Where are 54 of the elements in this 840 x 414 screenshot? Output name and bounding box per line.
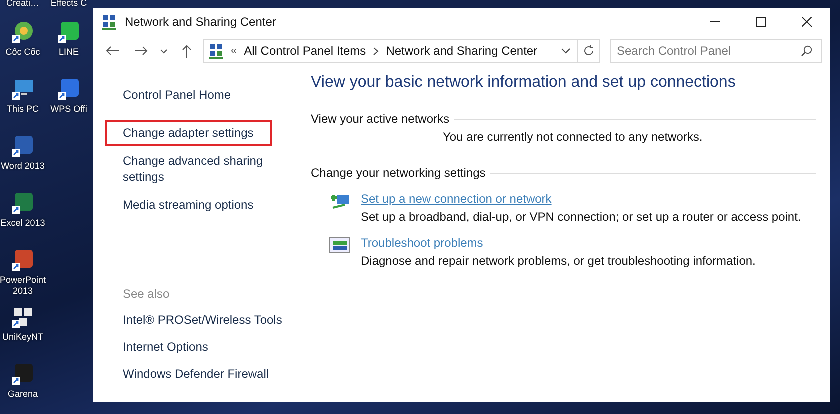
network-icon [208,43,224,59]
search-field[interactable]: Search Control Panel [610,39,822,63]
breadcrumb-item[interactable]: All Control Panel Items [244,44,366,58]
refresh-button[interactable] [578,39,600,63]
app-icon[interactable] [10,20,35,44]
task-link[interactable]: Set up a new connection or network [361,192,552,206]
see-also-heading: See also [122,286,171,303]
desktop-icon-label: Cốc Cốc [6,47,40,58]
refresh-icon [582,45,594,57]
overflow-indicator[interactable]: « [231,45,238,57]
network-plus-icon [329,192,351,212]
sidebar-link[interactable]: Media streaming options [105,192,272,218]
desktop-icon-label: LINE [58,47,79,58]
sidebar-link[interactable]: Intel® PROSet/Wireless Tools [105,307,288,333]
section-heading: Change your networking settings [311,166,486,180]
address-bar[interactable]: « All Control Panel Items Network and Sharing Center [203,39,578,63]
close-icon [802,17,812,27]
desktop-icon-label: WPS Offi [50,104,88,115]
page-heading: View your basic network information and set up connections [311,74,737,92]
arrow-up-icon [182,44,192,58]
breadcrumb-item[interactable]: Network and Sharing Center [386,44,538,58]
app-icon[interactable] [11,248,35,272]
network-icon [101,14,117,30]
chevron-right-icon [373,46,380,56]
keys-icon[interactable] [10,305,35,329]
app-icon[interactable] [57,77,81,101]
sidebar-link[interactable]: Change adapter settings [105,120,272,146]
task-link[interactable]: Troubleshoot problems [361,236,484,250]
maximize-icon [756,17,766,27]
status-message: You are currently not connected to any networks. [442,130,704,144]
task-description: Set up a broadband, dial-up, or VPN connection; or set up a router or access point. [361,210,802,224]
task-description: Diagnose and repair network problems, or get troubleshooting information. [361,254,756,268]
window-title: Network and Sharing Center [125,15,276,29]
dropdown-caret-icon[interactable] [561,48,571,54]
search-icon [801,45,813,57]
app-icon[interactable] [11,191,35,215]
app-icon[interactable] [11,134,35,158]
sidebar-link[interactable]: Control Panel Home [105,82,250,108]
monitor-icon [329,236,351,256]
desktop-icon-label: UniKeyNT [2,332,44,343]
arrow-left-icon [106,46,120,56]
desktop-icon-label: This PC [6,104,39,115]
section-heading: View your active networks [311,112,450,126]
monitor-icon[interactable] [10,77,35,101]
sidebar-link[interactable]: Change advanced sharing settings [105,148,291,190]
sidebar-link[interactable]: Windows Defender Firewall [105,361,276,387]
desktop-icon-label: Garena [8,389,38,400]
sidebar-link[interactable]: Internet Options [105,334,214,360]
desktop-icon-label: Word 2013 [1,161,45,172]
desktop-icon-label: Excel 2013 [0,218,46,229]
app-icon[interactable] [11,362,35,386]
arrow-right-icon [134,46,148,56]
chevron-down-icon [160,48,168,54]
desktop-icon-label: PowerPoint 2013 [0,275,46,297]
